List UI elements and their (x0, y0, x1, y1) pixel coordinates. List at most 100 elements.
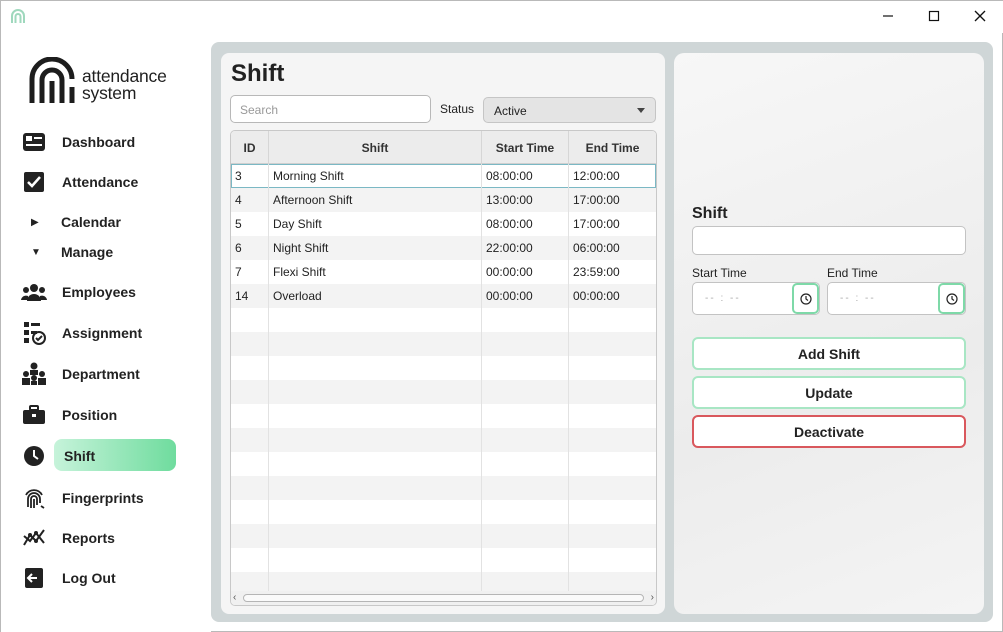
clock-icon[interactable] (792, 283, 819, 314)
department-icon (21, 362, 47, 386)
chevron-down-icon (637, 108, 645, 113)
clock-icon[interactable] (938, 283, 965, 314)
sidebar-item-department[interactable]: Department (21, 357, 181, 391)
sidebar-item-fingerprints[interactable]: Fingerprints (21, 481, 181, 515)
table-cell: 12:00:00 (573, 169, 620, 183)
table-row[interactable]: 5 Day Shift 08:00:00 17:00:00 (231, 212, 656, 236)
table-cell: Overload (269, 284, 482, 308)
shift-table: ID Shift Start Time End Time 3 Morning Sh… (230, 130, 657, 606)
maximize-button[interactable] (911, 1, 957, 31)
table-cell (231, 308, 269, 332)
table-cell (231, 404, 269, 428)
table-cell (482, 380, 569, 404)
dashboard-icon (21, 130, 47, 154)
sidebar-item-logout[interactable]: Log Out (21, 561, 181, 595)
start-time-picker[interactable]: -- : -- (692, 282, 820, 315)
table-row[interactable]: 14 Overload 00:00:00 00:00:00 (231, 284, 656, 308)
table-row[interactable]: 4 Afternoon Shift 13:00:00 17:00:00 (231, 188, 656, 212)
table-cell: 00:00:00 (482, 284, 569, 308)
table-cell (269, 452, 482, 476)
deactivate-button[interactable]: Deactivate (692, 415, 966, 448)
table-cell (269, 428, 482, 452)
sidebar-item-label: Log Out (62, 570, 116, 586)
column-header-start-time[interactable]: Start Time (482, 131, 569, 164)
status-value: Active (494, 104, 527, 118)
sidebar-item-label: Position (62, 407, 118, 423)
table-cell (482, 308, 569, 332)
table-cell (482, 404, 569, 428)
empty-table-row (231, 452, 656, 476)
shift-form-panel (674, 53, 984, 614)
status-label: Status (440, 102, 475, 116)
empty-table-row (231, 380, 656, 404)
horizontal-scrollbar[interactable]: ‹ › (231, 591, 656, 605)
sidebar-item-dashboard[interactable]: Dashboard (21, 125, 181, 159)
table-cell (569, 548, 656, 572)
sidebar-item-assignment[interactable]: Assignment (21, 316, 181, 350)
sidebar-item-position[interactable]: Position (21, 398, 181, 432)
sidebar-item-employees[interactable]: Employees (21, 275, 181, 309)
sidebar-item-label: Attendance (62, 174, 139, 190)
table-row[interactable]: 3 Morning Shift 08:00:00 12:00:00 (231, 164, 656, 188)
table-row[interactable]: 7 Flexi Shift 00:00:00 23:59:00 (231, 260, 656, 284)
table-cell (482, 476, 569, 500)
scroll-right-icon[interactable]: › (651, 592, 654, 603)
sidebar-item-reports[interactable]: Reports (21, 521, 181, 555)
table-cell: 13:00:00 (482, 188, 569, 212)
scrollbar-thumb[interactable] (243, 594, 644, 602)
empty-table-row (231, 356, 656, 380)
table-cell (269, 476, 482, 500)
table-cell: 08:00:00 (482, 164, 569, 188)
table-cell (231, 332, 269, 356)
sidebar-item-shift[interactable]: Shift (21, 439, 181, 473)
table-cell (482, 500, 569, 524)
table-cell (231, 548, 269, 572)
sidebar-item-label: Department (62, 366, 140, 382)
people-icon (21, 280, 47, 304)
column-header-shift[interactable]: Shift (269, 131, 482, 164)
column-header-id[interactable]: ID (231, 131, 269, 164)
search-input[interactable]: Search (230, 95, 431, 123)
end-time-placeholder: -- : -- (840, 293, 876, 304)
sidebar-item-attendance[interactable]: Attendance (21, 165, 181, 199)
table-cell (269, 308, 482, 332)
minimize-button[interactable] (865, 1, 911, 31)
status-dropdown[interactable]: Active (483, 97, 656, 123)
clock-icon (21, 444, 47, 468)
sidebar-item-manage[interactable]: ▼ Manage (31, 241, 113, 263)
empty-table-row (231, 428, 656, 452)
table-cell: 08:00:00 (482, 212, 569, 236)
end-time-picker[interactable]: -- : -- (827, 282, 966, 315)
scroll-left-icon[interactable]: ‹ (233, 592, 236, 603)
table-cell (269, 524, 482, 548)
column-header-end-time[interactable]: End Time (569, 131, 656, 164)
table-cell (569, 500, 656, 524)
start-time-label: Start Time (692, 266, 747, 280)
table-cell: Night Shift (269, 236, 482, 260)
table-cell (569, 476, 656, 500)
close-button[interactable] (957, 1, 1003, 31)
shift-name-input[interactable] (692, 226, 966, 255)
table-cell: Afternoon Shift (269, 188, 482, 212)
table-cell (269, 404, 482, 428)
table-cell: Flexi Shift (269, 260, 482, 284)
table-cell (231, 428, 269, 452)
empty-table-row (231, 524, 656, 548)
add-shift-button[interactable]: Add Shift (692, 337, 966, 370)
table-cell (482, 356, 569, 380)
table-cell (569, 452, 656, 476)
table-cell (269, 332, 482, 356)
update-button[interactable]: Update (692, 376, 966, 409)
table-cell: 3 (231, 164, 269, 188)
empty-table-row (231, 332, 656, 356)
table-cell (269, 380, 482, 404)
table-cell (231, 452, 269, 476)
table-row[interactable]: 6 Night Shift 22:00:00 06:00:00 (231, 236, 656, 260)
table-cell (569, 428, 656, 452)
empty-table-row (231, 404, 656, 428)
sidebar-item-calendar[interactable]: ▶ Calendar (31, 211, 121, 233)
app-window: attendance system Dashboard Attendance ▶… (0, 0, 1003, 632)
table-cell (482, 428, 569, 452)
sidebar-item-label: Assignment (62, 325, 143, 341)
title-bar (1, 1, 1003, 33)
